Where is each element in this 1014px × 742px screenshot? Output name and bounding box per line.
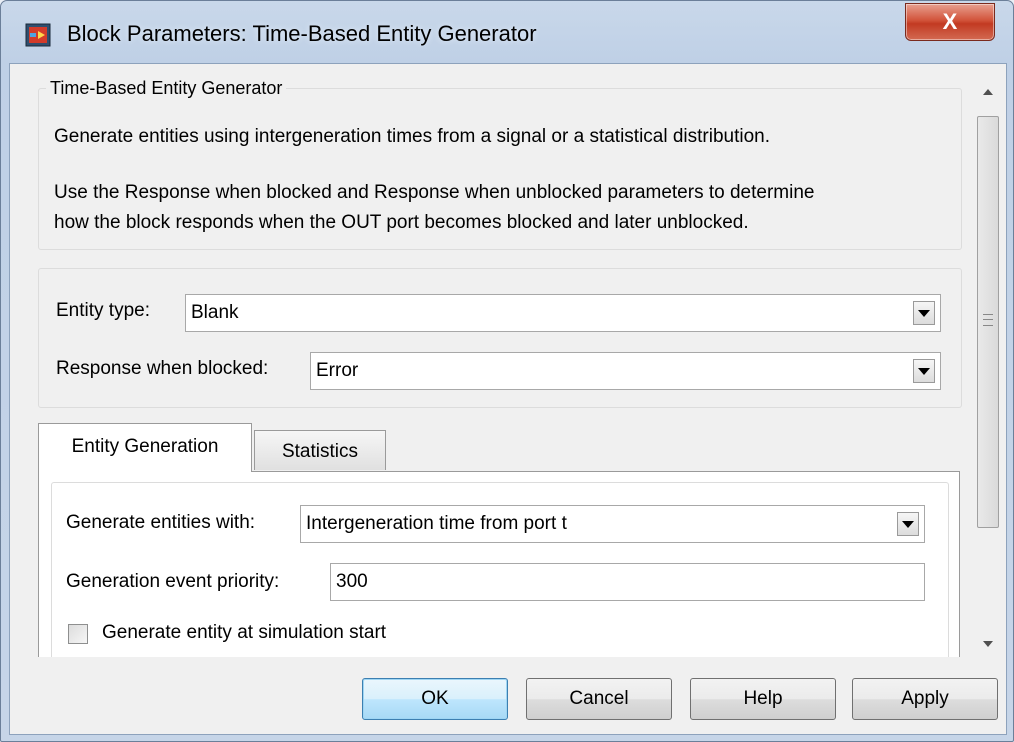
window-title: Block Parameters: Time-Based Entity Gene…	[67, 21, 537, 46]
dialog-window: Block Parameters: Time-Based Entity Gene…	[0, 0, 1014, 742]
vertical-scrollbar[interactable]	[972, 72, 1004, 657]
tab-entity-generation[interactable]: Entity Generation	[38, 423, 252, 472]
description-line-3: how the block responds when the OUT port…	[54, 212, 749, 233]
generate-entities-with-value: Intergeneration time from port t	[306, 513, 567, 534]
grip-icon	[983, 314, 993, 326]
generation-event-priority-label: Generation event priority:	[66, 571, 280, 592]
generate-entities-with-dropdown[interactable]: Intergeneration time from port t	[300, 505, 925, 543]
scrollbar-thumb[interactable]	[977, 116, 999, 528]
response-when-blocked-value: Error	[316, 360, 359, 381]
scroll-down-icon[interactable]	[976, 630, 1000, 658]
description-group-title: Time-Based Entity Generator	[46, 78, 287, 99]
generation-event-priority-value: 300	[336, 571, 368, 592]
chevron-down-icon[interactable]	[913, 359, 935, 383]
close-icon: X	[942, 9, 958, 34]
ok-button[interactable]: OK	[362, 678, 508, 720]
apply-button[interactable]: Apply	[852, 678, 998, 720]
cancel-button[interactable]: Cancel	[526, 678, 672, 720]
chevron-down-icon[interactable]	[897, 512, 919, 536]
generate-entities-with-label: Generate entities with:	[66, 512, 256, 533]
generate-at-sim-start-checkbox[interactable]	[68, 624, 88, 644]
simulink-block-icon	[25, 23, 51, 47]
response-when-blocked-label: Response when blocked:	[56, 358, 269, 379]
generation-event-priority-input[interactable]: 300	[330, 563, 925, 601]
scroll-up-icon[interactable]	[976, 78, 1000, 106]
close-button[interactable]: X	[905, 3, 995, 41]
entity-type-dropdown[interactable]: Blank	[185, 294, 941, 332]
chevron-down-icon[interactable]	[913, 301, 935, 325]
dialog-client-area: Time-Based Entity Generator Generate ent…	[9, 63, 1007, 735]
description-line-2: Use the Response when blocked and Respon…	[54, 182, 815, 203]
tab-statistics[interactable]: Statistics	[254, 430, 386, 470]
entity-type-value: Blank	[191, 302, 239, 323]
description-line-1: Generate entities using intergeneration …	[54, 126, 771, 147]
response-when-blocked-dropdown[interactable]: Error	[310, 352, 941, 390]
help-button[interactable]: Help	[690, 678, 836, 720]
generate-at-sim-start-label: Generate entity at simulation start	[102, 622, 387, 643]
parameters-scroll-content: Time-Based Entity Generator Generate ent…	[10, 64, 970, 657]
entity-type-label: Entity type:	[56, 300, 150, 321]
title-bar[interactable]: Block Parameters: Time-Based Entity Gene…	[1, 1, 1013, 63]
